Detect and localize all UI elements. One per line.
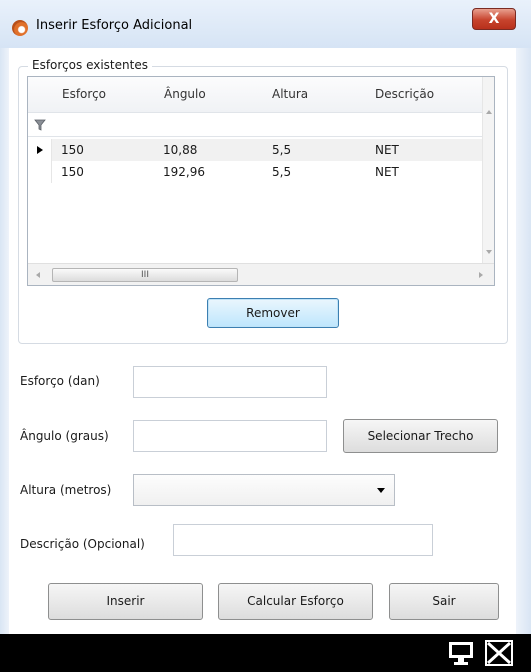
vertical-scrollbar[interactable] [482, 77, 494, 263]
cell-altura: 5,5 [272, 143, 292, 157]
column-header-descricao[interactable]: Descrição [375, 77, 434, 112]
remove-button[interactable]: Remover [207, 298, 339, 328]
scroll-down-icon[interactable] [485, 249, 493, 255]
scroll-right-icon[interactable] [478, 271, 484, 279]
scroll-left-icon[interactable] [35, 271, 41, 279]
horizontal-scrollbar[interactable]: III [28, 263, 494, 285]
table-row[interactable]: 150 10,88 5,5 NET [52, 139, 482, 161]
cell-altura: 5,5 [272, 165, 292, 179]
row-header[interactable] [28, 161, 52, 183]
descricao-label: Descrição (Opcional) [20, 537, 145, 551]
group-legend: Esforços existentes [28, 58, 152, 72]
scroll-up-icon[interactable] [485, 109, 493, 115]
cell-esforco: 150 [61, 165, 84, 179]
table-row[interactable]: 150 192,96 5,5 NET [52, 161, 482, 183]
taskbar [0, 634, 531, 672]
grid-header: Esforço Ângulo Altura Descrição [28, 77, 494, 113]
select-segment-button[interactable]: Selecionar Trecho [343, 419, 498, 453]
filter-icon[interactable] [34, 119, 46, 131]
window-border-left [0, 48, 9, 634]
close-x-icon[interactable] [484, 639, 514, 667]
column-header-angulo[interactable]: Ângulo [164, 77, 206, 112]
altura-dropdown[interactable] [133, 474, 395, 506]
cell-descricao: NET [375, 143, 399, 157]
descricao-field[interactable] [173, 524, 433, 556]
cell-descricao: NET [375, 165, 399, 179]
horizontal-scroll-thumb[interactable]: III [52, 268, 238, 282]
efforts-grid[interactable]: Esforço Ângulo Altura Descrição 150 10,8… [27, 76, 495, 286]
dropdown-arrow-icon [377, 488, 385, 493]
window-border-right [516, 48, 531, 634]
exit-button[interactable]: Sair [389, 583, 499, 620]
calculate-effort-button[interactable]: Calcular Esforço [218, 583, 373, 620]
row-pointer-icon [37, 146, 43, 154]
esforco-label: Esforço (dan) [20, 374, 100, 388]
angulo-field[interactable] [133, 420, 327, 452]
monitor-icon[interactable] [447, 640, 475, 666]
column-header-esforco[interactable]: Esforço [62, 77, 106, 112]
row-header[interactable] [28, 139, 52, 161]
cell-esforco: 150 [61, 143, 84, 157]
app-icon [12, 20, 28, 36]
insert-button[interactable]: Inserir [48, 583, 203, 620]
filter-row[interactable] [28, 113, 494, 137]
altura-label: Altura (metros) [20, 483, 112, 497]
column-header-altura[interactable]: Altura [272, 77, 308, 112]
window-title: Inserir Esforço Adicional [36, 18, 193, 33]
cell-angulo: 10,88 [163, 143, 198, 157]
esforco-field[interactable] [133, 366, 327, 398]
angulo-label: Ângulo (graus) [20, 429, 109, 443]
cell-angulo: 192,96 [163, 165, 205, 179]
close-button[interactable]: X [472, 8, 516, 30]
